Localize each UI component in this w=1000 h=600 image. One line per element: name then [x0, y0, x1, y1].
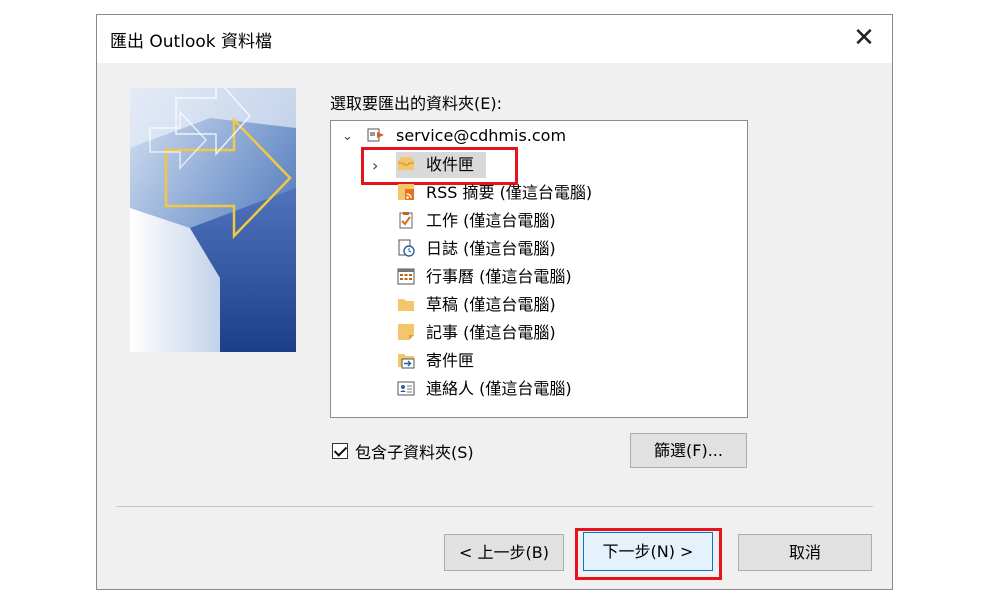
tree-item-label: 寄件匣 — [426, 351, 475, 370]
journal-icon — [397, 239, 415, 257]
tree-item-journal[interactable]: 日誌 (僅這台電腦) — [397, 236, 556, 262]
tree-item-tasks[interactable]: 工作 (僅這台電腦) — [397, 208, 556, 234]
folder-tree-label: 選取要匯出的資料夾(E): — [330, 94, 502, 113]
tree-item-label: 工作 (僅這台電腦) — [426, 211, 556, 230]
rss-icon — [397, 183, 415, 201]
title-bar: 匯出 Outlook 資料檔 ✕ — [97, 15, 892, 63]
drafts-folder-icon — [397, 295, 415, 313]
footer-divider — [116, 506, 873, 507]
tree-item-label: 日誌 (僅這台電腦) — [426, 239, 556, 258]
tree-item-contacts[interactable]: 連絡人 (僅這台電腦) — [397, 376, 572, 402]
tasks-icon — [397, 211, 415, 229]
contacts-icon — [397, 379, 415, 397]
calendar-icon — [397, 267, 415, 285]
close-icon[interactable]: ✕ — [848, 23, 880, 55]
filter-button[interactable]: 篩選(F)... — [630, 433, 747, 468]
tree-item-rss[interactable]: RSS 摘要 (僅這台電腦) — [397, 180, 592, 206]
include-subfolders-option[interactable]: 包含子資料夾(S) — [332, 439, 474, 463]
tree-item-label: RSS 摘要 (僅這台電腦) — [426, 183, 593, 202]
tree-item-drafts[interactable]: 草稿 (僅這台電腦) — [397, 292, 556, 318]
dialog-title: 匯出 Outlook 資料檔 — [110, 32, 272, 52]
tree-item-outbox[interactable]: 寄件匣 — [397, 348, 474, 374]
tree-item-label: 記事 (僅這台電腦) — [426, 323, 556, 342]
tree-item-account[interactable]: service@cdhmis.com — [367, 123, 566, 149]
tree-item-label: 草稿 (僅這台電腦) — [426, 295, 556, 314]
wizard-banner-image — [130, 88, 296, 352]
chevron-down-icon[interactable]: ⌄ — [342, 124, 353, 150]
tree-item-calendar[interactable]: 行事曆 (僅這台電腦) — [397, 264, 572, 290]
red-annotation-box — [575, 528, 722, 580]
mailbox-icon — [367, 126, 385, 144]
folder-tree[interactable]: ⌄ service@cdhmis.com › 收件匣 RSS 摘要 (僅這台電腦… — [330, 120, 748, 418]
include-subfolders-label: 包含子資料夾(S) — [355, 443, 474, 462]
cancel-button[interactable]: 取消 — [738, 534, 872, 571]
back-button[interactable]: < 上一步(B) — [444, 534, 564, 571]
outbox-icon — [397, 351, 415, 369]
notes-icon — [397, 323, 415, 341]
tree-item-notes[interactable]: 記事 (僅這台電腦) — [397, 320, 556, 346]
include-subfolders-checkbox[interactable] — [332, 443, 348, 459]
export-outlook-data-file-dialog: 匯出 Outlook 資料檔 ✕ 選取要匯出的資料夾(E): ⌄ service… — [96, 14, 893, 590]
tree-item-label: 連絡人 (僅這台電腦) — [426, 379, 572, 398]
tree-item-label: 行事曆 (僅這台電腦) — [426, 267, 572, 286]
account-label: service@cdhmis.com — [396, 126, 567, 145]
